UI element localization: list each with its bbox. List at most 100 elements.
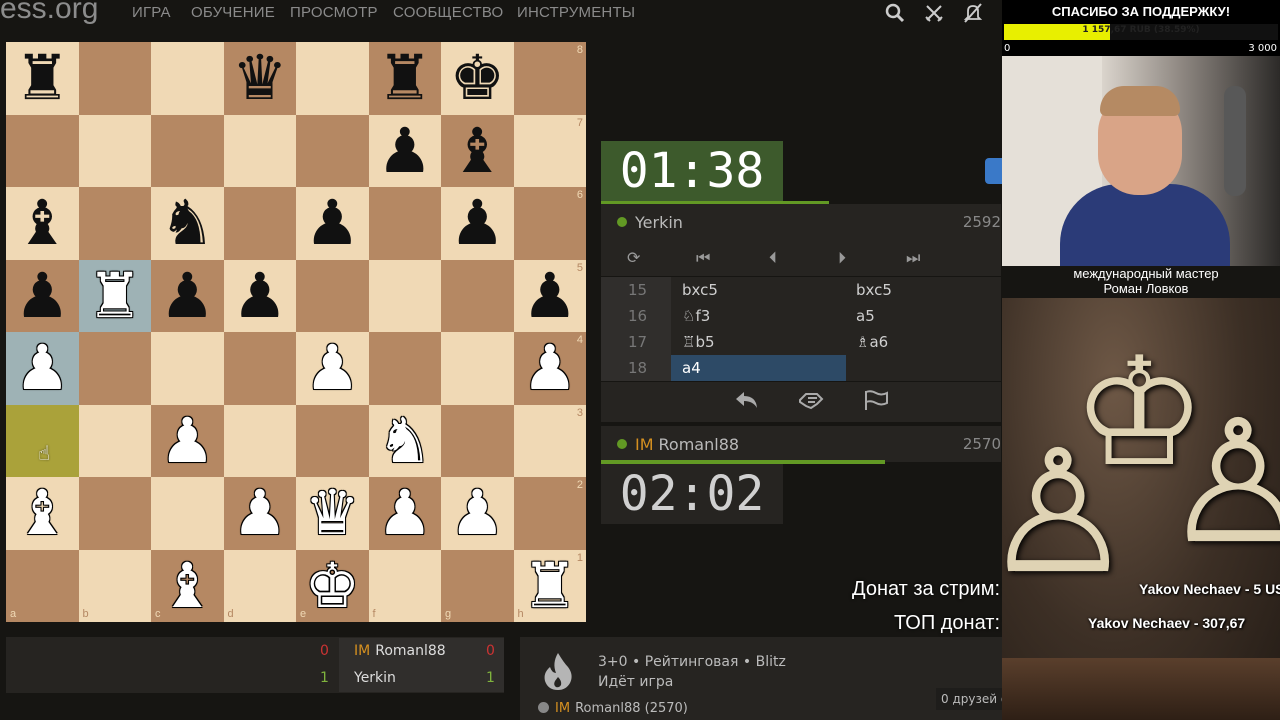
- square-e4[interactable]: ♟: [296, 332, 369, 405]
- chess-board[interactable]: ♜ ♛ ♜ ♚ 8 ♟ ♝ 7 ♝ ♞ ♟ ♟ 6 ♟ ♜ ♟ ♟ 5 ♟ ♟ ♟ 4 ♟ ☝ ♟ ♞ 3 ♝ ♟ ♛ ♟ ♟ 2 a b c ♝ d e ♚…: [6, 42, 586, 622]
- white-bishop-piece[interactable]: ♝: [159, 554, 215, 617]
- white-pawn-piece[interactable]: ♟: [522, 337, 578, 399]
- square-d8[interactable]: ♛: [223, 42, 296, 115]
- move-black[interactable]: ♗a6: [846, 329, 1001, 355]
- white-pawn-piece[interactable]: ♟: [377, 482, 433, 544]
- white-pawn-piece[interactable]: ♟: [159, 409, 215, 472]
- notifications-off-icon[interactable]: [962, 3, 984, 28]
- black-pawn-piece[interactable]: ♟: [159, 264, 215, 327]
- square-h7[interactable]: 7: [513, 114, 586, 187]
- move-black[interactable]: a5: [846, 303, 1001, 329]
- site-logo[interactable]: ess.org: [0, 0, 98, 26]
- square-g2[interactable]: ♟: [441, 477, 514, 550]
- square-d6[interactable]: [223, 187, 296, 260]
- square-h5[interactable]: 5 ♟: [513, 259, 586, 332]
- square-g8[interactable]: ♚: [441, 42, 514, 115]
- square-b2[interactable]: [78, 477, 151, 550]
- square-e8[interactable]: [296, 42, 369, 115]
- square-e3[interactable]: [296, 404, 369, 477]
- square-a6[interactable]: ♝: [6, 187, 79, 260]
- black-pawn-piece[interactable]: ♟: [449, 192, 505, 254]
- square-d4[interactable]: [223, 332, 296, 405]
- white-bishop-piece[interactable]: ♝: [14, 482, 70, 544]
- square-b3[interactable]: [78, 404, 151, 477]
- square-d5[interactable]: ♟: [223, 259, 296, 332]
- crosstable-player[interactable]: IM Romanl88: [339, 638, 504, 665]
- square-c4[interactable]: [151, 332, 224, 405]
- nav-item-learn[interactable]: ОБУЧЕНИЕ: [191, 4, 275, 21]
- black-pawn-piece[interactable]: ♟: [304, 192, 360, 254]
- black-queen-piece[interactable]: ♛: [232, 47, 288, 109]
- move-white[interactable]: ♖b5: [671, 329, 846, 355]
- black-rook-piece[interactable]: ♜: [14, 47, 70, 109]
- nav-item-community[interactable]: СООБЩЕСТВО: [393, 4, 503, 21]
- square-e6[interactable]: ♟: [296, 187, 369, 260]
- move-black[interactable]: bxc5: [846, 277, 1001, 303]
- square-f1[interactable]: f: [368, 549, 441, 622]
- square-c1[interactable]: c ♝: [151, 549, 224, 622]
- square-c5[interactable]: ♟: [151, 259, 224, 332]
- square-a3[interactable]: ☝: [6, 404, 79, 477]
- white-pawn-piece[interactable]: ♟: [14, 337, 70, 399]
- square-f7[interactable]: ♟: [368, 114, 441, 187]
- white-rook-piece[interactable]: ♜: [522, 554, 578, 617]
- friends-button[interactable]: 0 друзей о: [936, 688, 1002, 710]
- square-g7[interactable]: ♝: [441, 114, 514, 187]
- square-d1[interactable]: d: [223, 549, 296, 622]
- crosstable-player[interactable]: Yerkin: [339, 665, 504, 692]
- square-c7[interactable]: [151, 114, 224, 187]
- white-pawn-piece[interactable]: ♟: [232, 482, 288, 544]
- square-b8[interactable]: [78, 42, 151, 115]
- add-time-icon[interactable]: [985, 158, 1002, 184]
- square-c2[interactable]: [151, 477, 224, 550]
- square-d7[interactable]: [223, 114, 296, 187]
- square-f8[interactable]: ♜: [368, 42, 441, 115]
- square-h3[interactable]: 3: [513, 404, 586, 477]
- square-g5[interactable]: [441, 259, 514, 332]
- square-f2[interactable]: ♟: [368, 477, 441, 550]
- white-knight-piece[interactable]: ♞: [377, 409, 433, 472]
- move-white[interactable]: ♘f3: [671, 303, 846, 329]
- black-rook-piece[interactable]: ♜: [377, 47, 433, 109]
- square-h1[interactable]: 1 h ♜: [513, 549, 586, 622]
- square-a7[interactable]: [6, 114, 79, 187]
- square-a1[interactable]: a: [6, 549, 79, 622]
- white-pawn-piece[interactable]: ♟: [449, 482, 505, 544]
- square-a5[interactable]: ♟: [6, 259, 79, 332]
- square-f4[interactable]: [368, 332, 441, 405]
- black-pawn-piece[interactable]: ♟: [377, 119, 433, 182]
- last-move-icon[interactable]: ⏭: [906, 248, 920, 268]
- search-icon[interactable]: [885, 3, 905, 28]
- black-bishop-piece[interactable]: ♝: [14, 192, 70, 254]
- square-c3[interactable]: ♟: [151, 404, 224, 477]
- takeback-icon[interactable]: [733, 388, 761, 418]
- square-d3[interactable]: [223, 404, 296, 477]
- square-e1[interactable]: e ♚: [296, 549, 369, 622]
- prev-move-icon[interactable]: ⏴: [769, 248, 777, 268]
- opponent-name[interactable]: Yerkin: [635, 213, 683, 232]
- next-move-icon[interactable]: ⏵: [838, 248, 846, 268]
- square-b6[interactable]: [78, 187, 151, 260]
- square-a2[interactable]: ♝: [6, 477, 79, 550]
- square-e5[interactable]: [296, 259, 369, 332]
- square-g1[interactable]: g: [441, 549, 514, 622]
- square-f3[interactable]: ♞: [368, 404, 441, 477]
- white-pawn-piece[interactable]: ♟: [304, 337, 360, 399]
- black-pawn-piece[interactable]: ♟: [14, 264, 70, 327]
- square-b5[interactable]: ♜: [78, 259, 151, 332]
- move-black[interactable]: [846, 355, 1001, 381]
- first-move-icon[interactable]: ⏮: [696, 248, 710, 268]
- square-h6[interactable]: 6: [513, 187, 586, 260]
- offer-draw-icon[interactable]: [797, 388, 825, 418]
- black-pawn-piece[interactable]: ♟: [522, 264, 578, 327]
- black-knight-piece[interactable]: ♞: [159, 192, 215, 254]
- move-white-current[interactable]: a4: [671, 355, 846, 381]
- square-e2[interactable]: ♛: [296, 477, 369, 550]
- resign-flag-icon[interactable]: [862, 388, 890, 418]
- black-king-piece[interactable]: ♚: [449, 47, 505, 109]
- black-bishop-piece[interactable]: ♝: [449, 119, 505, 182]
- square-h2[interactable]: 2: [513, 477, 586, 550]
- black-pawn-piece[interactable]: ♟: [232, 264, 288, 327]
- square-g3[interactable]: [441, 404, 514, 477]
- white-rook-piece[interactable]: ♜: [87, 264, 143, 327]
